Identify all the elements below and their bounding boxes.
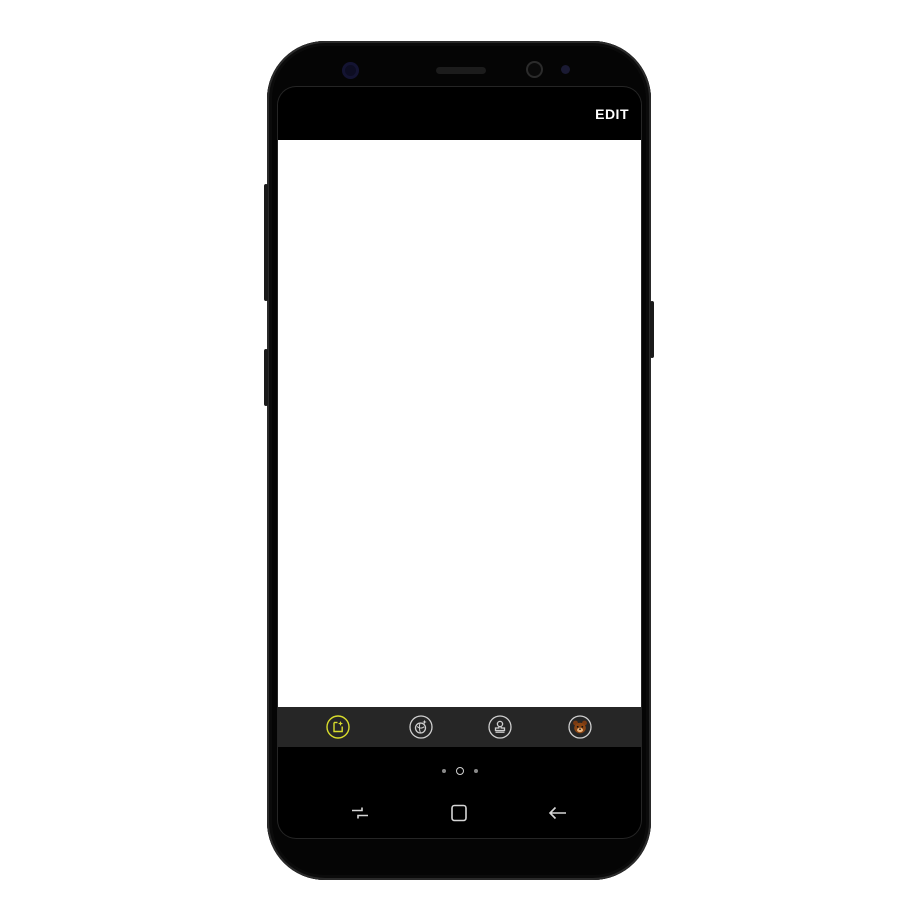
app-header: EDIT	[278, 90, 641, 140]
canvas-area[interactable]	[278, 140, 641, 707]
back-button[interactable]	[543, 796, 573, 830]
iris-scanner	[526, 61, 543, 78]
page-dot-active[interactable]	[455, 767, 464, 775]
earpiece-speaker	[436, 67, 486, 74]
navigation-bar	[278, 796, 641, 830]
sparkle-globe-tool[interactable]	[409, 715, 433, 739]
page-indicator	[278, 765, 641, 777]
proximity-sensor	[561, 65, 570, 74]
page-dot[interactable]	[473, 769, 478, 773]
sparkle-globe-icon	[409, 715, 433, 739]
home-button[interactable]	[444, 796, 474, 830]
front-camera	[342, 62, 359, 79]
stamp-icon	[488, 715, 512, 739]
recent-apps-button[interactable]	[345, 796, 375, 830]
tool-bar	[278, 707, 641, 747]
image-edit-icon	[326, 715, 350, 739]
back-icon	[548, 806, 566, 820]
sticker-tool[interactable]	[568, 715, 592, 739]
page-dot[interactable]	[441, 769, 446, 773]
bear-face-icon	[568, 715, 592, 739]
bixby-button	[264, 184, 268, 301]
edit-button[interactable]: EDIT	[595, 106, 629, 122]
image-edit-tool[interactable]	[326, 715, 350, 739]
home-icon	[451, 804, 467, 822]
volume-button	[264, 349, 268, 406]
stamp-tool[interactable]	[488, 715, 512, 739]
recent-apps-icon	[352, 807, 368, 819]
power-button	[650, 301, 654, 358]
